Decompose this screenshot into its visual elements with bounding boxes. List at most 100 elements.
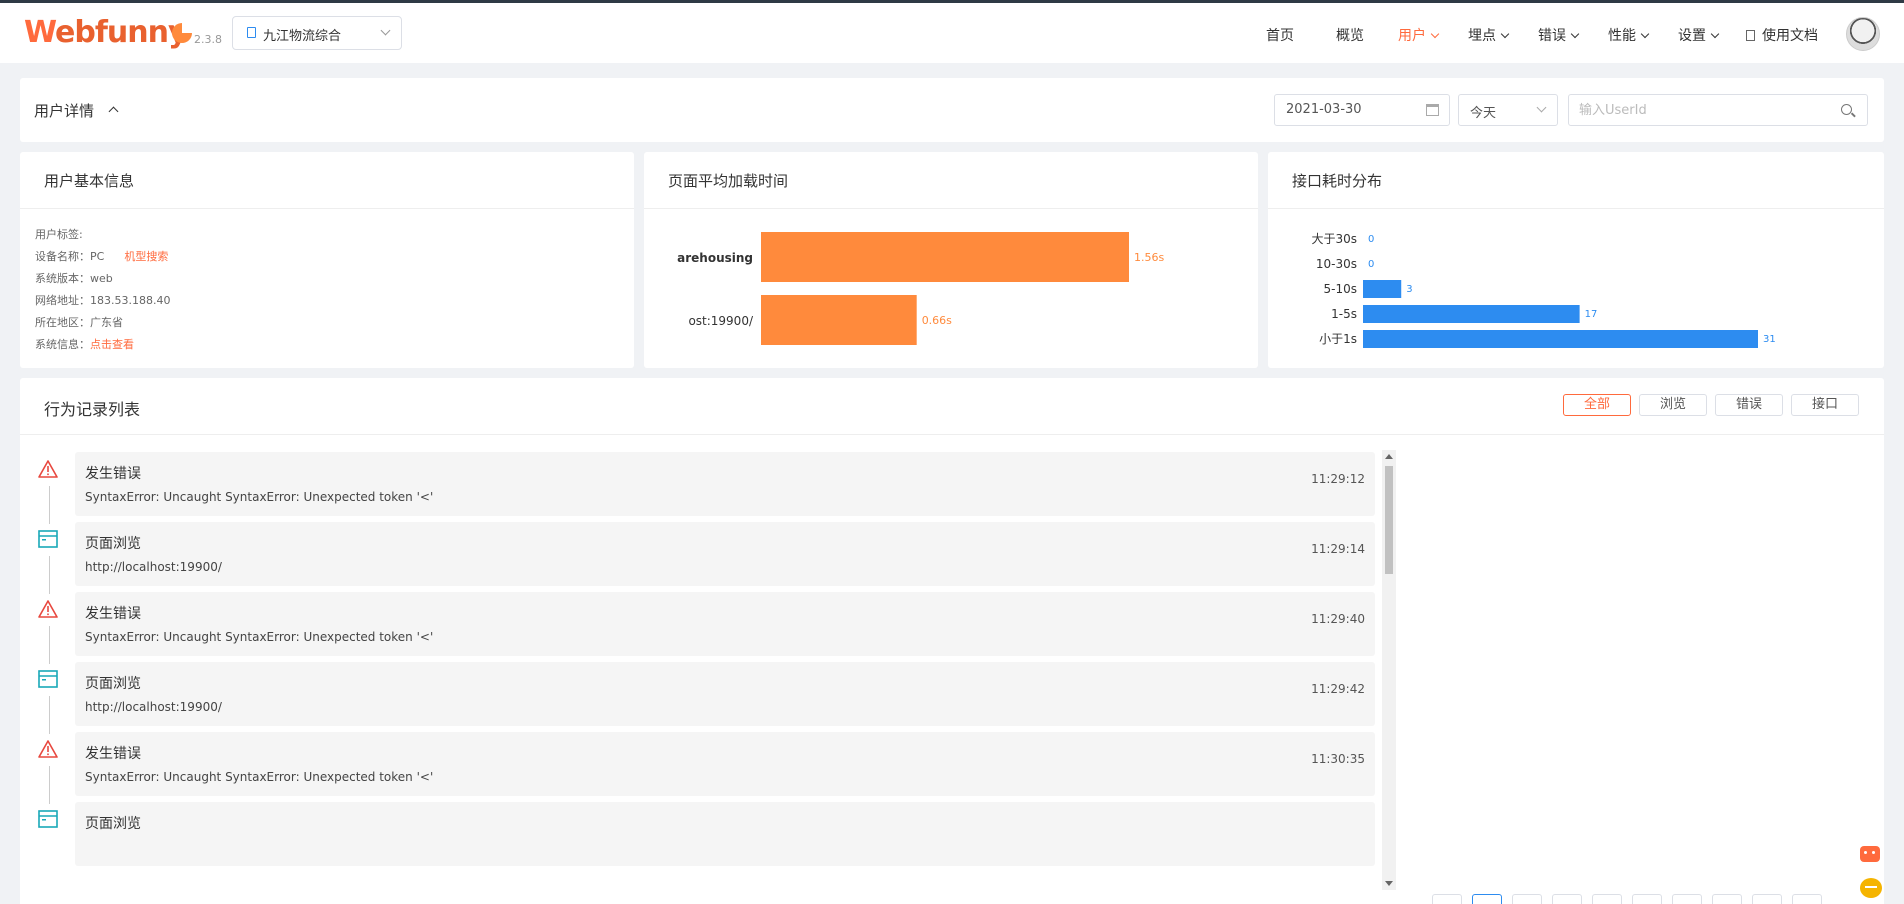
nav-performance[interactable]: 性能 [1608, 25, 1650, 45]
scroll-up-arrow-icon[interactable] [1385, 454, 1393, 459]
os-row: 系统版本：web [35, 272, 113, 285]
api-bar [1363, 305, 1580, 323]
record-item[interactable]: 页面浏览 http://localhost:19900/11:29:42 [75, 662, 1375, 726]
scrollbar-thumb[interactable] [1385, 466, 1393, 574]
load-category-label: ost:19900/ [688, 314, 754, 328]
api-distribution-card: 接口耗时分布 大于30s 0 10-30s 0 5-10s 3 1-5s 17 小于1s 31 [1268, 152, 1884, 368]
filter-error-button[interactable]: 错误 [1715, 394, 1783, 416]
api-bar [1363, 330, 1758, 348]
nav-overview[interactable]: 概览 [1336, 25, 1364, 45]
api-category-label: 5-10s [1324, 282, 1358, 296]
date-picker-value: 2021-03-30 [1286, 102, 1362, 117]
pagination-item[interactable] [1712, 894, 1742, 904]
nav-tracking[interactable]: 埋点 [1468, 25, 1510, 45]
page-load-card: 页面平均加载时间 arehousing 1.56s ost:19900/0.66s [644, 152, 1258, 368]
api-category-label: 10-30s [1316, 257, 1357, 271]
calendar-icon [1426, 104, 1439, 116]
nav-home[interactable]: 首页 [1266, 25, 1294, 45]
record-detail: SyntaxError: Uncaught SyntaxError: Unexp… [85, 490, 434, 504]
record-time: 11:29:42 [1311, 682, 1365, 696]
version-label: 2.3.8 [194, 33, 222, 46]
api-value-label: 3 [1406, 284, 1412, 295]
record-list-scrollbar[interactable] [1382, 450, 1396, 890]
nav-user[interactable]: 用户 [1398, 25, 1440, 45]
search-icon[interactable] [1841, 104, 1852, 115]
behavior-records-card: 行为记录列表 全部 浏览 错误 接口 发生错误 SyntaxError: Unca… [20, 378, 1884, 904]
filter-browse-button[interactable]: 浏览 [1639, 394, 1707, 416]
record-item[interactable]: 页面浏览 [75, 802, 1375, 866]
range-select-value: 今天 [1470, 106, 1497, 121]
page-load-chart: arehousing 1.56s ost:19900/0.66s [677, 232, 1164, 345]
chat-icon[interactable] [1860, 878, 1882, 898]
chevron-up-icon[interactable] [108, 106, 119, 117]
pagination-item[interactable] [1432, 894, 1462, 904]
filter-all-button[interactable]: 全部 [1563, 394, 1631, 416]
record-time: 11:30:35 [1311, 752, 1365, 766]
record-title: 发生错误 [85, 746, 141, 762]
record-title: 发生错误 [85, 466, 141, 482]
record-title: 页面浏览 [85, 536, 141, 552]
record-time: 11:29:12 [1311, 472, 1365, 486]
load-value-label: 0.66s [922, 314, 952, 327]
app-header: Webfunny 2.3.8 九江物流综合 首页 概览 用户 埋点 错误 性能 … [0, 3, 1904, 63]
load-bar [761, 295, 917, 345]
chevron-down-icon [1640, 29, 1650, 39]
project-select-value: 九江物流综合 [263, 29, 342, 44]
api-value-label: 0 [1368, 259, 1374, 270]
nav-docs[interactable]: 使用文档 [1762, 25, 1818, 45]
divider [20, 434, 1884, 435]
api-category-label: 大于30s [1311, 232, 1357, 246]
record-detail: SyntaxError: Uncaught SyntaxError: Unexp… [85, 770, 434, 784]
sysinfo-link[interactable]: 点击查看 [90, 338, 134, 351]
pagination-item[interactable] [1552, 894, 1582, 904]
user-detail-title[interactable]: 用户详情 [34, 100, 94, 121]
nav-errors[interactable]: 错误 [1538, 25, 1580, 45]
user-avatar[interactable] [1846, 17, 1880, 51]
record-item[interactable]: 发生错误 SyntaxError: Uncaught SyntaxError: U… [75, 732, 1375, 796]
userid-input[interactable] [1568, 94, 1868, 126]
pagination-item[interactable] [1472, 894, 1502, 904]
user-info-title: 用户基本信息 [44, 172, 135, 190]
warning-icon [38, 460, 58, 482]
user-info-card: 用户基本信息 用户标签: 设备名称：PC 机型搜索 系统版本：web 网络地址：1… [20, 152, 634, 368]
device-row: 设备名称：PC 机型搜索 [35, 250, 169, 263]
browser-window-icon [38, 670, 58, 692]
pagination-item[interactable] [1592, 894, 1622, 904]
range-select[interactable]: 今天 [1458, 94, 1558, 126]
nav-settings[interactable]: 设置 [1678, 25, 1720, 45]
browser-window-icon [38, 810, 58, 832]
chevron-down-icon [1536, 102, 1547, 113]
webfunny-logo[interactable]: Webfunny [24, 15, 188, 50]
load-value-label: 1.56s [1134, 251, 1164, 264]
record-title: 发生错误 [85, 606, 141, 622]
api-value-label: 0 [1368, 234, 1374, 245]
region-row: 所在地区：广东省 [35, 316, 123, 329]
chevron-down-icon [1710, 29, 1720, 39]
project-icon [247, 27, 256, 38]
api-value-label: 31 [1763, 334, 1776, 345]
record-title: 页面浏览 [85, 676, 141, 692]
pagination-item[interactable] [1512, 894, 1542, 904]
pagination-item[interactable] [1752, 894, 1782, 904]
divider [20, 208, 634, 209]
timeline-connector [49, 766, 50, 804]
page-load-title: 页面平均加载时间 [668, 172, 789, 190]
robot-icon[interactable] [1860, 846, 1880, 862]
user-tag-row: 用户标签: [35, 228, 83, 241]
timeline-connector [49, 556, 50, 594]
project-select[interactable]: 九江物流综合 [232, 16, 402, 50]
pagination-item[interactable] [1632, 894, 1662, 904]
scroll-down-arrow-icon[interactable] [1385, 881, 1393, 886]
api-category-label: 小于1s [1319, 332, 1357, 346]
warning-icon [38, 600, 58, 622]
device-search-link[interactable]: 机型搜索 [124, 250, 168, 263]
pagination-item[interactable] [1672, 894, 1702, 904]
pagination-item[interactable] [1792, 894, 1822, 904]
record-item[interactable]: 页面浏览 http://localhost:19900/11:29:14 [75, 522, 1375, 586]
date-picker[interactable]: 2021-03-30 [1274, 94, 1450, 126]
record-detail: http://localhost:19900/ [85, 700, 222, 714]
record-item[interactable]: 发生错误 SyntaxError: Uncaught SyntaxError: U… [75, 452, 1375, 516]
record-item[interactable]: 发生错误 SyntaxError: Uncaught SyntaxError: U… [75, 592, 1375, 656]
filter-api-button[interactable]: 接口 [1791, 394, 1859, 416]
load-bar [761, 232, 1129, 282]
